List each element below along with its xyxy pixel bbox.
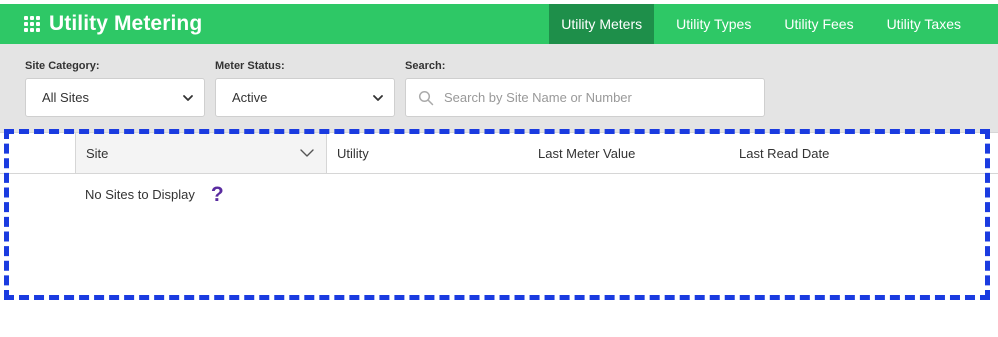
search-filter: Search: [405, 60, 765, 117]
nav-utility-taxes[interactable]: Utility Taxes [876, 4, 972, 44]
table-header: Site Utility Last Meter Value Last Read … [0, 132, 998, 174]
search-input[interactable] [444, 90, 744, 105]
meter-status-select[interactable]: Active [215, 78, 395, 117]
column-header-site-label: Site [86, 145, 109, 161]
filter-bar: Site Category: All Sites Meter Status: A… [0, 44, 998, 132]
column-header-last-read-date[interactable]: Last Read Date [739, 133, 829, 173]
chevron-down-icon [373, 94, 383, 101]
search-label: Search: [405, 60, 446, 72]
meter-status-label: Meter Status: [215, 60, 285, 72]
nav-utility-fees[interactable]: Utility Fees [773, 4, 864, 44]
empty-state: No Sites to Display ? [85, 184, 224, 205]
site-category-value: All Sites [42, 90, 89, 105]
search-field[interactable] [405, 78, 765, 117]
site-category-filter: Site Category: All Sites [25, 60, 205, 117]
site-category-label: Site Category: [25, 60, 100, 72]
search-icon [418, 90, 434, 105]
meter-status-filter: Meter Status: Active [215, 60, 395, 117]
brand[interactable]: Utility Metering [0, 4, 202, 44]
nav-utility-types[interactable]: Utility Types [665, 4, 762, 44]
grid-icon[interactable] [24, 16, 40, 32]
site-category-select[interactable]: All Sites [25, 78, 205, 117]
top-nav: Utility Meters Utility Types Utility Fee… [549, 4, 998, 44]
meter-status-value: Active [232, 90, 268, 105]
column-header-utility[interactable]: Utility [337, 133, 369, 173]
column-header-last-meter-value[interactable]: Last Meter Value [538, 133, 635, 173]
nav-utility-meters[interactable]: Utility Meters [549, 4, 655, 44]
chevron-down-icon [183, 94, 193, 101]
help-icon[interactable]: ? [211, 184, 224, 205]
app-header: Utility Metering Utility Meters Utility … [0, 4, 998, 44]
chevron-down-icon [300, 149, 314, 157]
empty-state-message: No Sites to Display [85, 187, 195, 202]
column-header-site[interactable]: Site [75, 133, 327, 173]
app-title: Utility Metering [49, 12, 203, 35]
sites-table: Site Utility Last Meter Value Last Read … [0, 132, 998, 205]
